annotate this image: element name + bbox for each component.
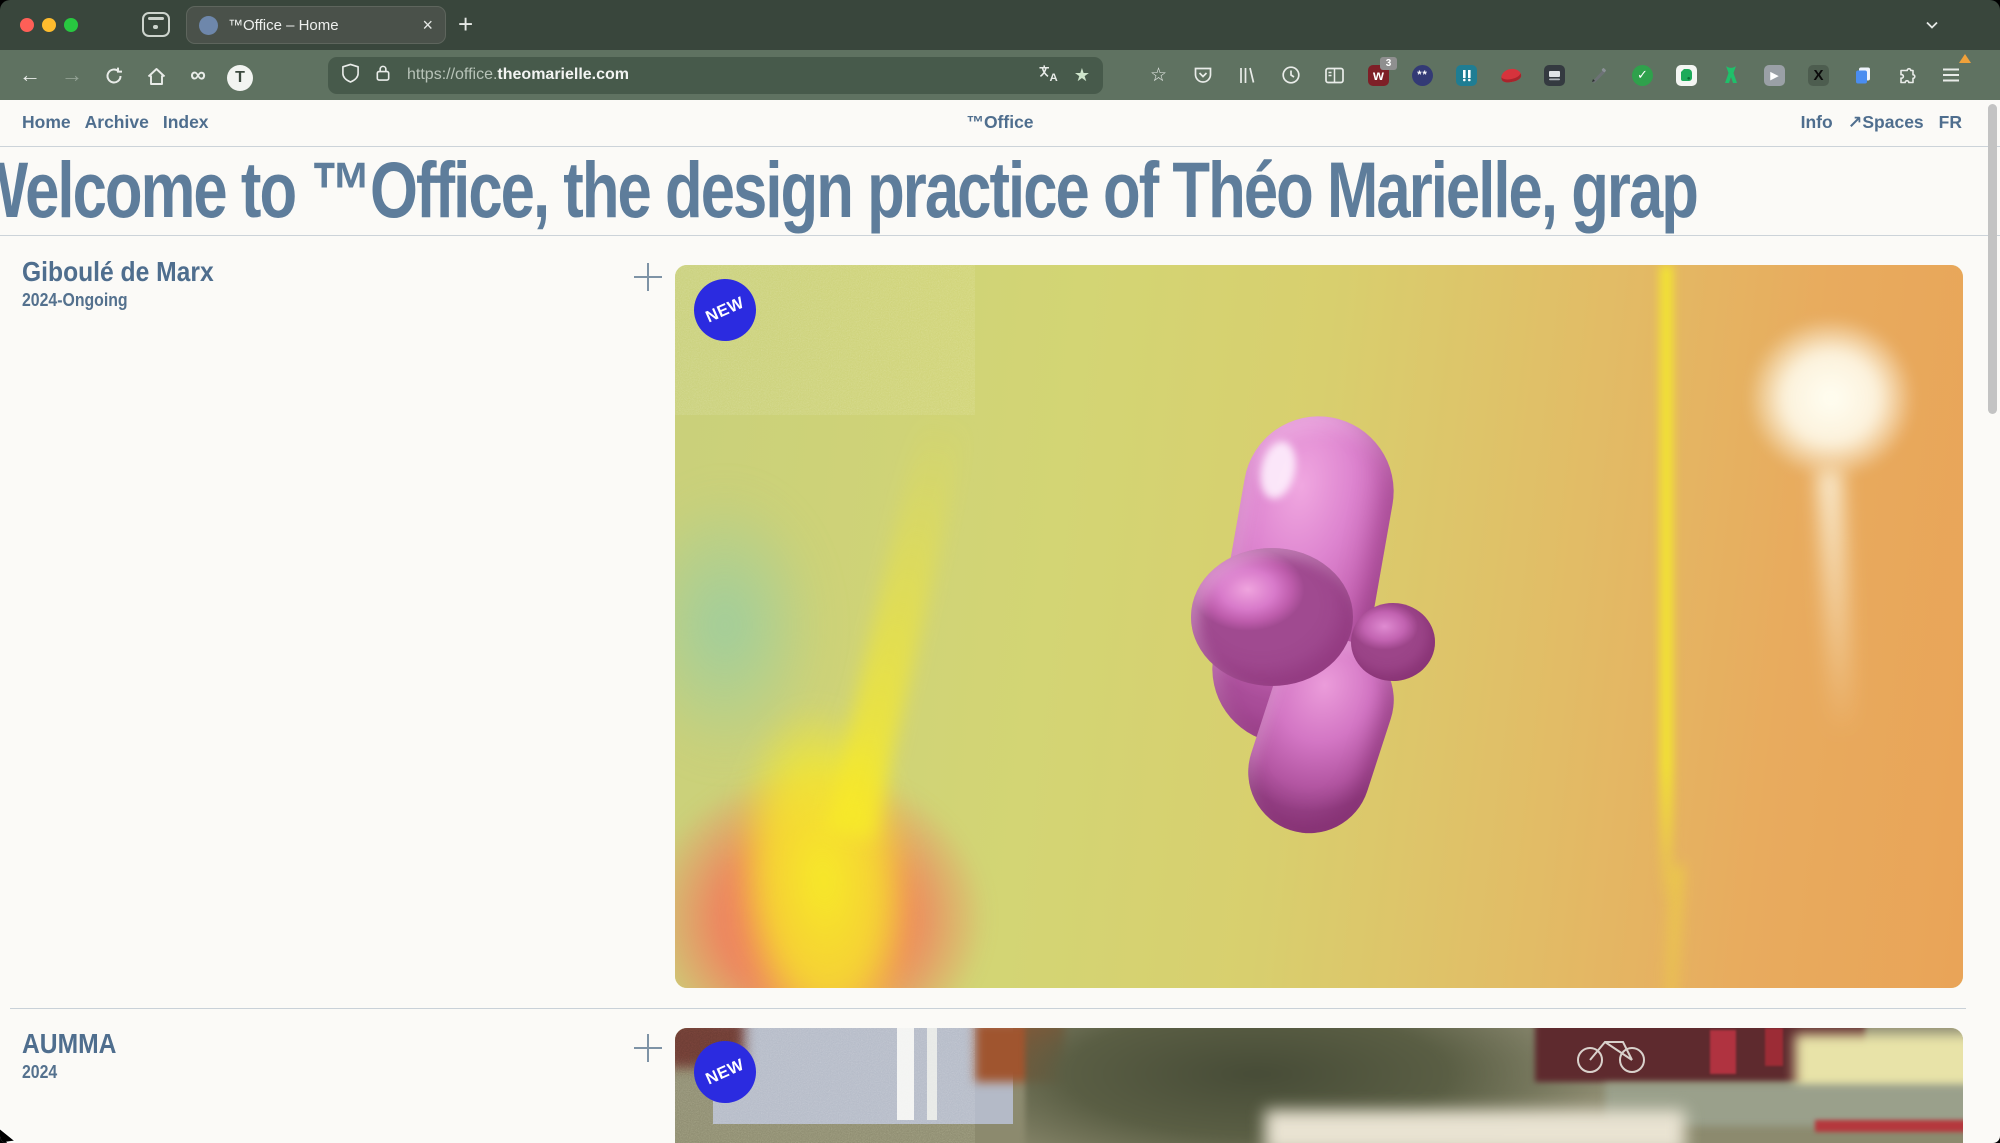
- language-toggle-fr[interactable]: FR: [1939, 112, 1962, 133]
- tab-close-icon[interactable]: ×: [422, 16, 433, 34]
- mouse-cursor: [0, 1127, 19, 1143]
- nav-link-index[interactable]: Index: [163, 112, 209, 133]
- puzzle-extensions-icon[interactable]: [1895, 64, 1918, 87]
- nav-link-spaces[interactable]: ↗Spaces: [1848, 112, 1924, 133]
- project-title: Giboulé de Marx: [22, 258, 240, 286]
- project-image-giboule[interactable]: NEW: [675, 265, 1963, 988]
- zoom-window-button[interactable]: [64, 18, 78, 32]
- section-divider: [10, 1008, 1966, 1009]
- home-button[interactable]: [135, 50, 177, 100]
- app-menu-icon[interactable]: [1939, 64, 1962, 87]
- pen-extension-icon[interactable]: [1587, 64, 1610, 87]
- forward-button[interactable]: →: [51, 50, 93, 100]
- bicycle-sketch: [1570, 1030, 1680, 1076]
- project-years: 2024-Ongoing: [22, 290, 240, 311]
- extension-toolbar: ☆ w 3 **: [1147, 64, 1962, 87]
- library-icon[interactable]: [1235, 64, 1258, 87]
- project-meta-aumma: AUMMA 2024: [22, 1030, 129, 1083]
- asterisks-extension-icon[interactable]: **: [1411, 64, 1434, 87]
- project-title: AUMMA: [22, 1030, 129, 1058]
- tab-bar: ™Office – Home × +: [0, 0, 2000, 50]
- lock-icon[interactable]: [375, 64, 391, 87]
- reload-button[interactable]: [93, 50, 135, 100]
- nav-link-home[interactable]: Home: [22, 112, 71, 133]
- wappalyzer-extension-icon[interactable]: w 3: [1367, 64, 1390, 87]
- bookmark-star-outline-icon[interactable]: ☆: [1147, 64, 1170, 87]
- teal-extension-icon[interactable]: [1455, 64, 1478, 87]
- nav-link-archive[interactable]: Archive: [85, 112, 149, 133]
- headline-marquee: Welcome to ™Office, the design practice …: [0, 147, 2000, 236]
- expand-project-button[interactable]: [634, 263, 662, 291]
- extension-count-badge: 3: [1380, 57, 1397, 70]
- check-extension-icon[interactable]: ✓: [1631, 64, 1654, 87]
- translate-icon[interactable]: A: [1037, 63, 1060, 88]
- url-bar[interactable]: https://office.theomarielle.com A ★: [328, 57, 1103, 94]
- web-page: Home Archive Index ™Office Info ↗Spaces …: [0, 100, 2000, 1143]
- site-navigation: Home Archive Index ™Office Info ↗Spaces …: [0, 100, 2000, 147]
- tab-favicon: [199, 16, 218, 35]
- nav-link-info[interactable]: Info: [1801, 112, 1833, 133]
- project-meta-giboule: Giboulé de Marx 2024-Ongoing: [22, 258, 240, 311]
- update-available-badge: [1959, 54, 1971, 63]
- tab-overflow-chevron-icon[interactable]: [1924, 17, 1940, 38]
- x-extension-icon[interactable]: X: [1807, 64, 1830, 87]
- play-extension-icon[interactable]: ▶: [1763, 64, 1786, 87]
- evernote-extension-icon[interactable]: [1675, 64, 1698, 87]
- reader-sidebar-icon[interactable]: [1323, 64, 1346, 87]
- copy-book-extension-icon[interactable]: [1851, 64, 1874, 87]
- new-tab-button[interactable]: +: [458, 9, 473, 40]
- infinity-extension-icon[interactable]: ∞: [177, 50, 219, 100]
- back-button[interactable]: ←: [9, 50, 51, 100]
- t-extension-icon[interactable]: T: [219, 50, 261, 100]
- bookmark-filled-star-icon[interactable]: ★: [1074, 65, 1090, 86]
- close-window-button[interactable]: [20, 18, 34, 32]
- browser-window: ™Office – Home × + ← → ∞ T https://offic…: [0, 0, 2000, 1143]
- project-image-aumma[interactable]: NEW: [675, 1028, 1963, 1143]
- history-clock-icon[interactable]: [1279, 64, 1302, 87]
- green-figure-extension-icon[interactable]: [1719, 64, 1742, 87]
- tracking-shield-icon[interactable]: [341, 63, 360, 88]
- firefox-view-icon[interactable]: [142, 12, 170, 37]
- page-headline: Welcome to ™Office, the design practice …: [0, 147, 1697, 233]
- lips-extension-icon[interactable]: [1499, 64, 1522, 87]
- svg-text:A: A: [1049, 72, 1057, 83]
- expand-project-button[interactable]: [634, 1034, 662, 1062]
- minimize-window-button[interactable]: [42, 18, 56, 32]
- tab-title: ™Office – Home: [228, 17, 339, 34]
- pocket-icon[interactable]: [1191, 64, 1214, 87]
- url-text[interactable]: https://office.theomarielle.com: [407, 66, 629, 84]
- navigation-toolbar: ← → ∞ T https://office.theomarielle.com …: [0, 50, 2000, 100]
- scrollbar-thumb[interactable]: [1988, 104, 1997, 414]
- site-brand[interactable]: ™Office: [966, 112, 1033, 133]
- browser-tab[interactable]: ™Office – Home ×: [186, 6, 446, 44]
- screenshot-extension-icon[interactable]: [1543, 64, 1566, 87]
- project-years: 2024: [22, 1062, 129, 1083]
